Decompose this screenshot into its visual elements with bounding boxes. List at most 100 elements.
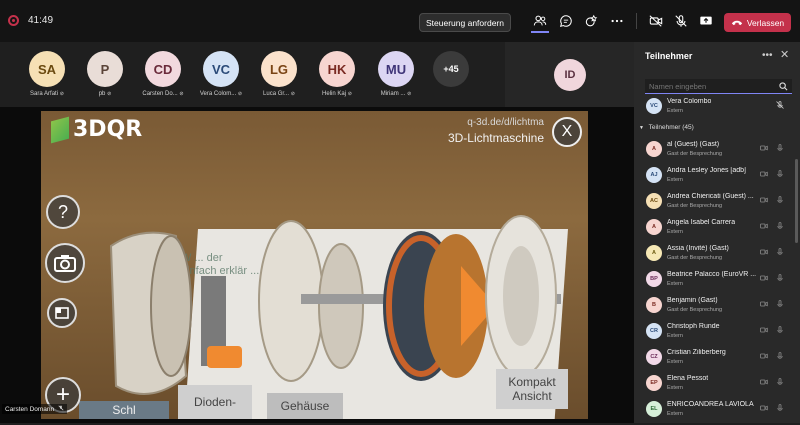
participant-row[interactable]: BP Beatrice Palacco (EuroVR ... Extern xyxy=(634,269,794,295)
video-title: 3D-Lichtmaschine xyxy=(447,131,544,145)
avatar: CZ xyxy=(646,349,662,365)
participants-panel: Teilnehmer ••• ✕ VC Vera Colombo Extern … xyxy=(634,42,800,423)
panel-title: Teilnehmer xyxy=(645,51,693,61)
camera-icon xyxy=(54,255,76,272)
mic-off-icon: ⊘ xyxy=(347,91,352,97)
participant-tile[interactable]: CD Carsten Do... ⊘ xyxy=(133,51,193,97)
avatar: VC xyxy=(646,98,662,114)
mic-off-icon: ⊘ xyxy=(237,91,243,97)
participant-tile[interactable]: Ppb ⊘ xyxy=(75,51,135,97)
request-control-button[interactable]: Steuerung anfordern xyxy=(419,13,511,32)
presenter-name-tag: Carsten Domann xyxy=(2,404,67,414)
leave-button[interactable]: Verlassen xyxy=(724,13,791,32)
people-icon[interactable] xyxy=(532,13,548,29)
panel-more-icon[interactable]: ••• xyxy=(762,50,773,61)
more-participants-badge[interactable]: +45 xyxy=(433,51,469,87)
section-label: Teilnehmer (45) xyxy=(648,124,694,131)
avatar: HK xyxy=(319,51,355,87)
mic-off-icon xyxy=(777,170,783,177)
participant-name: Carsten Do... ⊘ xyxy=(133,91,193,97)
caret-down-icon: ▼ xyxy=(639,125,644,131)
participant-tile[interactable]: HK Helin Kaj ⊘ xyxy=(307,51,367,97)
presenter-name: Carsten Domann xyxy=(5,406,55,413)
participant-name: Cristian Ziliberberg xyxy=(667,349,726,356)
close-icon[interactable]: ✕ xyxy=(780,48,789,61)
participant-status: Extern xyxy=(667,411,683,417)
participant-tile[interactable]: SA Sara Arfati ⊘ xyxy=(17,51,77,97)
participant-tile[interactable]: MU Miriam ... ⊘ xyxy=(366,51,426,97)
avatar: EL xyxy=(646,401,662,417)
label-left[interactable]: Schl xyxy=(79,401,169,419)
participant-row[interactable]: CZ Cristian Ziliberberg Extern xyxy=(634,347,794,373)
participant-tile[interactable]: LG Luca Gr... ⊘ xyxy=(249,51,309,97)
help-button[interactable]: ? xyxy=(46,195,80,229)
participant-status: Gast der Besprechung xyxy=(667,151,723,157)
participant-row[interactable]: Aal (Guest) (Gast) Gast der Besprechung xyxy=(634,139,794,165)
close-icon[interactable]: X xyxy=(552,117,582,147)
participant-name-text: Carsten Do... xyxy=(142,91,178,97)
camera-off-icon xyxy=(760,327,768,333)
search-icon[interactable] xyxy=(779,82,788,91)
mic-off-icon xyxy=(777,196,783,203)
label-dioden[interactable]: Dioden- xyxy=(178,385,252,419)
logo-text: 3DQR xyxy=(73,117,143,142)
share-screen-icon[interactable] xyxy=(698,13,714,29)
participant-row[interactable]: AC Andrea Chiericati (Guest) ... Gast der … xyxy=(634,191,794,217)
more-options-icon[interactable] xyxy=(609,13,625,29)
phone-hangup-icon xyxy=(731,20,742,26)
chat-icon[interactable] xyxy=(558,13,574,29)
pinned-participant-row[interactable]: VC Vera Colombo Extern xyxy=(634,96,794,122)
avatar: CD xyxy=(145,51,181,87)
avatar: EP xyxy=(646,375,662,391)
avatar: AJ xyxy=(646,167,662,183)
participant-row[interactable]: EP Elena Pessot Extern xyxy=(634,373,794,399)
participant-name: Sara Arfati ⊘ xyxy=(17,91,77,97)
participant-row[interactable]: CR Christoph Runde Extern xyxy=(634,321,794,347)
search-field[interactable] xyxy=(645,79,792,94)
3dqr-logo: 3DQR xyxy=(51,116,143,143)
participant-name-text: Luca Gr... xyxy=(263,91,290,97)
participant-row[interactable]: B Benjamin (Gast) Gast der Besprechung xyxy=(634,295,794,321)
camera-off-icon xyxy=(760,275,768,281)
mic-off-icon: ⊘ xyxy=(179,91,184,97)
window-button[interactable] xyxy=(47,298,77,328)
participant-tile[interactable]: VC Vera Colom... ⊘ xyxy=(191,51,251,97)
camera-button[interactable] xyxy=(45,243,85,283)
label-kompakt-ansicht[interactable]: Kompakt Ansicht xyxy=(496,369,568,409)
participant-row[interactable]: A Assia (Invité) (Gast) Gast der Besprechu… xyxy=(634,243,794,269)
participant-row[interactable]: AJ Andra Lesley Jones [adb] Extern xyxy=(634,165,794,191)
avatar: BP xyxy=(646,271,662,287)
participants-section-header[interactable]: ▼ Teilnehmer (45) xyxy=(639,124,694,131)
participant-name: Beatrice Palacco (EuroVR ... xyxy=(667,271,757,278)
panel-scrollbar[interactable] xyxy=(795,159,798,243)
camera-off-icon xyxy=(760,145,768,151)
mic-off-icon xyxy=(58,405,64,411)
participant-row[interactable]: EL ENRICOANDREA LAVIOLA Extern xyxy=(634,399,794,425)
mic-off-icon xyxy=(777,144,783,151)
participant-status: Extern xyxy=(667,333,683,339)
participant-name: pb ⊘ xyxy=(75,91,135,97)
mic-off-icon xyxy=(777,274,783,281)
camera-off-icon xyxy=(760,197,768,203)
camera-off-icon xyxy=(760,405,768,411)
mic-off-icon[interactable] xyxy=(673,13,689,29)
reactions-icon[interactable] xyxy=(584,13,600,29)
mic-off-icon xyxy=(777,248,783,255)
avatar: VC xyxy=(203,51,239,87)
participant-name: Luca Gr... ⊘ xyxy=(249,91,309,97)
participant-name-text: Miriam ... xyxy=(380,91,406,97)
toolbar-divider xyxy=(636,13,637,29)
participant-status: Extern xyxy=(667,108,683,114)
avatar: A xyxy=(646,141,662,157)
participant-row[interactable]: A Angela Isabel Carrera Extern xyxy=(634,217,794,243)
mic-off-icon xyxy=(777,326,783,333)
video-url: q-3d.de/d/lichtma xyxy=(467,117,544,128)
mic-off-icon: ⊘ xyxy=(290,91,295,97)
avatar: CR xyxy=(646,323,662,339)
search-input[interactable] xyxy=(649,81,773,91)
label-gehause[interactable]: Gehäuse xyxy=(267,393,343,419)
participant-name: Andra Lesley Jones [adb] xyxy=(667,167,746,174)
participant-status: Extern xyxy=(667,177,683,183)
camera-off-icon[interactable] xyxy=(648,13,664,29)
recording-icon xyxy=(8,15,19,26)
